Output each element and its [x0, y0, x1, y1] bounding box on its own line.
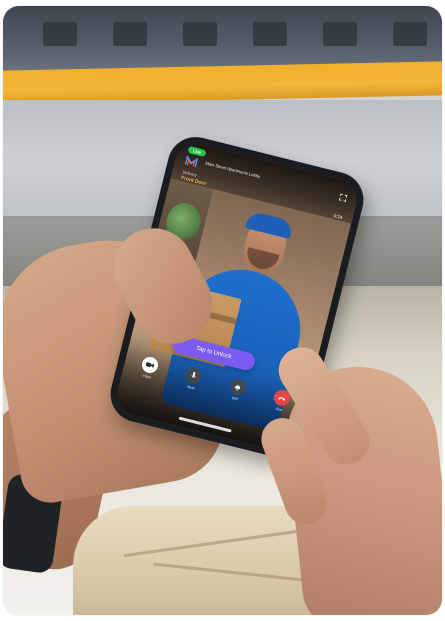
mic-icon[interactable] [184, 366, 204, 386]
photo-card: Live Main Street Apartments Lobby Delive… [3, 6, 442, 615]
video-icon[interactable] [140, 355, 160, 375]
bell-icon[interactable] [228, 377, 248, 397]
